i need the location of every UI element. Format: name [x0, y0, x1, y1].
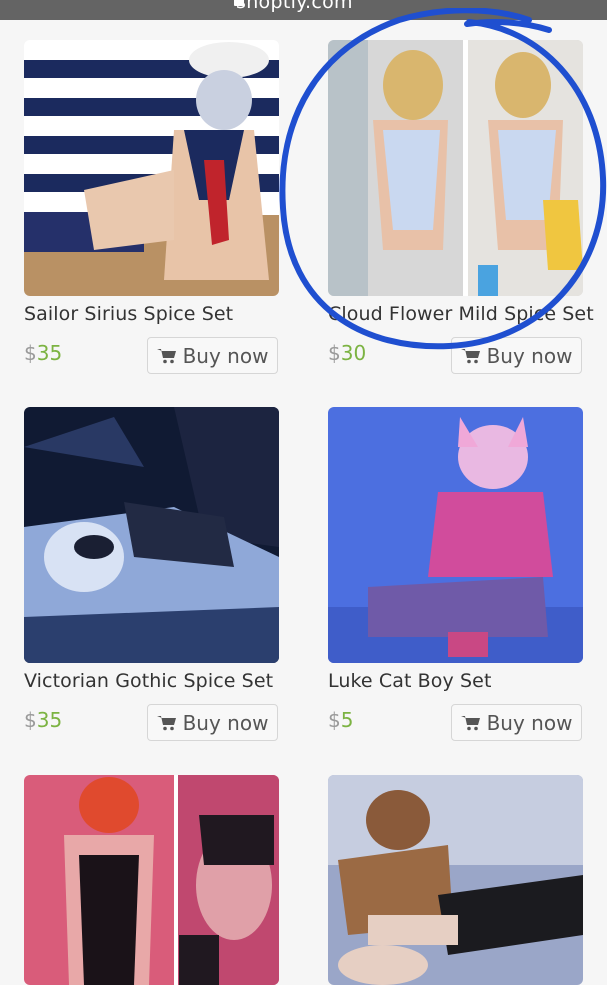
product-image[interactable] [328, 775, 583, 985]
product-price: $30 [328, 341, 366, 365]
product-image[interactable] [328, 407, 583, 663]
buy-now-button[interactable]: Buy now [147, 704, 278, 741]
price-value: 35 [36, 708, 63, 732]
cart-icon [156, 715, 176, 730]
product-price: $35 [24, 708, 62, 732]
product-title[interactable]: Luke Cat Boy Set [328, 670, 492, 692]
buy-now-label: Buy now [486, 343, 573, 368]
currency-symbol: $ [24, 708, 37, 732]
buy-now-label: Buy now [486, 710, 573, 735]
product-image[interactable] [328, 40, 583, 296]
url-text: shoptly.com [236, 0, 353, 13]
price-value: 5 [340, 708, 354, 732]
currency-symbol: $ [328, 341, 341, 365]
buy-now-label: Buy now [182, 710, 269, 735]
currency-symbol: $ [328, 708, 341, 732]
product-image[interactable] [24, 407, 279, 663]
cart-icon [460, 715, 480, 730]
buy-now-label: Buy now [182, 343, 269, 368]
currency-symbol: $ [24, 341, 37, 365]
cart-icon [156, 348, 176, 363]
product-price: $5 [328, 708, 353, 732]
product-image[interactable] [24, 775, 279, 985]
product-price: $35 [24, 341, 62, 365]
browser-url-bar[interactable]: shoptly.com [0, 0, 607, 20]
cart-icon [460, 348, 480, 363]
product-image[interactable] [24, 40, 279, 296]
buy-now-button[interactable]: Buy now [147, 337, 278, 374]
buy-now-button[interactable]: Buy now [451, 337, 582, 374]
price-value: 30 [340, 341, 367, 365]
buy-now-button[interactable]: Buy now [451, 704, 582, 741]
price-value: 35 [36, 341, 63, 365]
product-title[interactable]: Sailor Sirius Spice Set [24, 303, 233, 325]
product-title[interactable]: Victorian Gothic Spice Set [24, 670, 273, 692]
product-title[interactable]: Cloud Flower Mild Spice Set [328, 303, 594, 325]
